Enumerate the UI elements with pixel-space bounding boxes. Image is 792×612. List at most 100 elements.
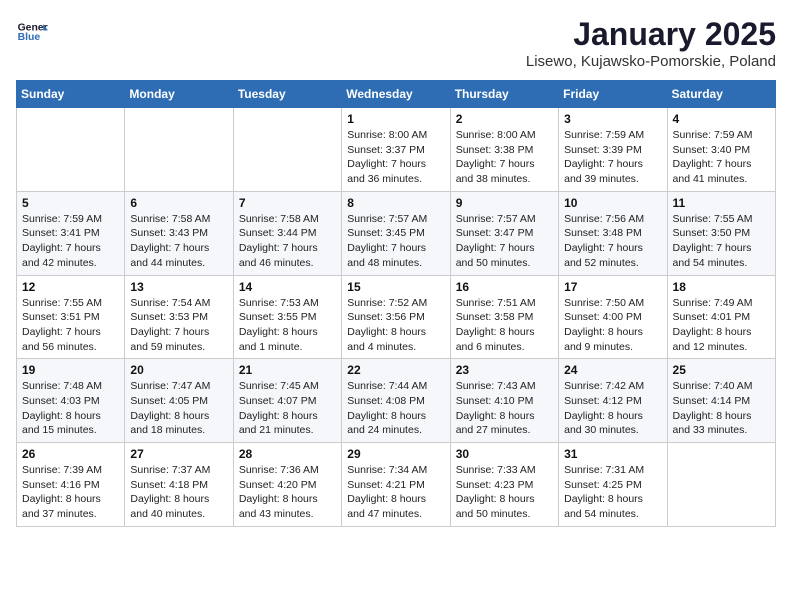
- day-info: Sunrise: 7:39 AM Sunset: 4:16 PM Dayligh…: [22, 463, 119, 522]
- day-info: Sunrise: 7:43 AM Sunset: 4:10 PM Dayligh…: [456, 379, 553, 438]
- location: Lisewo, Kujawsko-Pomorskie, Poland: [526, 53, 776, 70]
- day-number: 26: [22, 447, 119, 461]
- day-cell: 25 Sunrise: 7:40 AM Sunset: 4:14 PM Dayli…: [667, 359, 775, 443]
- day-info: Sunrise: 7:52 AM Sunset: 3:56 PM Dayligh…: [347, 296, 444, 355]
- day-number: 19: [22, 363, 119, 377]
- header-row: SundayMondayTuesdayWednesdayThursdayFrid…: [17, 81, 776, 108]
- day-info: Sunrise: 7:47 AM Sunset: 4:05 PM Dayligh…: [130, 379, 227, 438]
- day-number: 4: [673, 112, 770, 126]
- day-cell: 19 Sunrise: 7:48 AM Sunset: 4:03 PM Dayli…: [17, 359, 125, 443]
- day-info: Sunrise: 7:31 AM Sunset: 4:25 PM Dayligh…: [564, 463, 661, 522]
- day-number: 11: [673, 196, 770, 210]
- day-info: Sunrise: 7:49 AM Sunset: 4:01 PM Dayligh…: [673, 296, 770, 355]
- calendar-table: SundayMondayTuesdayWednesdayThursdayFrid…: [16, 80, 776, 527]
- day-cell: 15 Sunrise: 7:52 AM Sunset: 3:56 PM Dayli…: [342, 275, 450, 359]
- day-cell: 27 Sunrise: 7:37 AM Sunset: 4:18 PM Dayli…: [125, 443, 233, 527]
- day-cell: [667, 443, 775, 527]
- day-number: 23: [456, 363, 553, 377]
- day-info: Sunrise: 7:37 AM Sunset: 4:18 PM Dayligh…: [130, 463, 227, 522]
- day-cell: 4 Sunrise: 7:59 AM Sunset: 3:40 PM Daylig…: [667, 108, 775, 192]
- day-info: Sunrise: 7:59 AM Sunset: 3:39 PM Dayligh…: [564, 128, 661, 187]
- day-info: Sunrise: 7:57 AM Sunset: 3:47 PM Dayligh…: [456, 212, 553, 271]
- day-number: 3: [564, 112, 661, 126]
- day-info: Sunrise: 7:58 AM Sunset: 3:43 PM Dayligh…: [130, 212, 227, 271]
- day-cell: 10 Sunrise: 7:56 AM Sunset: 3:48 PM Dayli…: [559, 191, 667, 275]
- day-number: 13: [130, 280, 227, 294]
- day-header-thursday: Thursday: [450, 81, 558, 108]
- day-header-friday: Friday: [559, 81, 667, 108]
- day-number: 10: [564, 196, 661, 210]
- day-info: Sunrise: 7:56 AM Sunset: 3:48 PM Dayligh…: [564, 212, 661, 271]
- day-cell: 24Sunrise: 7:42 AM Sunset: 4:12 PM Dayli…: [559, 359, 667, 443]
- day-cell: 20 Sunrise: 7:47 AM Sunset: 4:05 PM Dayli…: [125, 359, 233, 443]
- day-info: Sunrise: 7:54 AM Sunset: 3:53 PM Dayligh…: [130, 296, 227, 355]
- day-info: Sunrise: 7:53 AM Sunset: 3:55 PM Dayligh…: [239, 296, 336, 355]
- day-cell: [233, 108, 341, 192]
- day-info: Sunrise: 7:59 AM Sunset: 3:41 PM Dayligh…: [22, 212, 119, 271]
- day-cell: 16 Sunrise: 7:51 AM Sunset: 3:58 PM Dayli…: [450, 275, 558, 359]
- day-cell: [125, 108, 233, 192]
- day-number: 20: [130, 363, 227, 377]
- day-cell: 11Sunrise: 7:55 AM Sunset: 3:50 PM Dayli…: [667, 191, 775, 275]
- day-cell: 29 Sunrise: 7:34 AM Sunset: 4:21 PM Dayli…: [342, 443, 450, 527]
- day-info: Sunrise: 7:48 AM Sunset: 4:03 PM Dayligh…: [22, 379, 119, 438]
- day-number: 14: [239, 280, 336, 294]
- day-number: 15: [347, 280, 444, 294]
- day-cell: 18Sunrise: 7:49 AM Sunset: 4:01 PM Dayli…: [667, 275, 775, 359]
- day-cell: 7Sunrise: 7:58 AM Sunset: 3:44 PM Daylig…: [233, 191, 341, 275]
- day-number: 29: [347, 447, 444, 461]
- day-cell: [17, 108, 125, 192]
- day-cell: 8 Sunrise: 7:57 AM Sunset: 3:45 PM Daylig…: [342, 191, 450, 275]
- day-header-monday: Monday: [125, 81, 233, 108]
- week-row: 5 Sunrise: 7:59 AM Sunset: 3:41 PM Daylig…: [17, 191, 776, 275]
- day-cell: 3 Sunrise: 7:59 AM Sunset: 3:39 PM Daylig…: [559, 108, 667, 192]
- day-header-sunday: Sunday: [17, 81, 125, 108]
- day-number: 24: [564, 363, 661, 377]
- day-info: Sunrise: 7:50 AM Sunset: 4:00 PM Dayligh…: [564, 296, 661, 355]
- day-info: Sunrise: 7:40 AM Sunset: 4:14 PM Dayligh…: [673, 379, 770, 438]
- header: General Blue January 2025 Lisewo, Kujaws…: [16, 16, 776, 70]
- day-cell: 23 Sunrise: 7:43 AM Sunset: 4:10 PM Dayli…: [450, 359, 558, 443]
- day-number: 17: [564, 280, 661, 294]
- day-number: 25: [673, 363, 770, 377]
- day-info: Sunrise: 8:00 AM Sunset: 3:37 PM Dayligh…: [347, 128, 444, 187]
- day-header-saturday: Saturday: [667, 81, 775, 108]
- day-number: 31: [564, 447, 661, 461]
- day-number: 2: [456, 112, 553, 126]
- day-cell: 12Sunrise: 7:55 AM Sunset: 3:51 PM Dayli…: [17, 275, 125, 359]
- day-number: 8: [347, 196, 444, 210]
- day-header-wednesday: Wednesday: [342, 81, 450, 108]
- day-cell: 30 Sunrise: 7:33 AM Sunset: 4:23 PM Dayli…: [450, 443, 558, 527]
- week-row: 12Sunrise: 7:55 AM Sunset: 3:51 PM Dayli…: [17, 275, 776, 359]
- day-cell: 13 Sunrise: 7:54 AM Sunset: 3:53 PM Dayli…: [125, 275, 233, 359]
- day-number: 30: [456, 447, 553, 461]
- day-cell: 2 Sunrise: 8:00 AM Sunset: 3:38 PM Daylig…: [450, 108, 558, 192]
- logo: General Blue: [16, 16, 48, 48]
- day-info: Sunrise: 7:45 AM Sunset: 4:07 PM Dayligh…: [239, 379, 336, 438]
- day-info: Sunrise: 7:57 AM Sunset: 3:45 PM Dayligh…: [347, 212, 444, 271]
- day-info: Sunrise: 7:55 AM Sunset: 3:51 PM Dayligh…: [22, 296, 119, 355]
- day-number: 21: [239, 363, 336, 377]
- day-cell: 22Sunrise: 7:44 AM Sunset: 4:08 PM Dayli…: [342, 359, 450, 443]
- day-cell: 31 Sunrise: 7:31 AM Sunset: 4:25 PM Dayli…: [559, 443, 667, 527]
- day-info: Sunrise: 8:00 AM Sunset: 3:38 PM Dayligh…: [456, 128, 553, 187]
- day-info: Sunrise: 7:51 AM Sunset: 3:58 PM Dayligh…: [456, 296, 553, 355]
- day-cell: 21 Sunrise: 7:45 AM Sunset: 4:07 PM Dayli…: [233, 359, 341, 443]
- day-number: 5: [22, 196, 119, 210]
- day-info: Sunrise: 7:33 AM Sunset: 4:23 PM Dayligh…: [456, 463, 553, 522]
- day-info: Sunrise: 7:36 AM Sunset: 4:20 PM Dayligh…: [239, 463, 336, 522]
- day-header-tuesday: Tuesday: [233, 81, 341, 108]
- month-title: January 2025: [526, 16, 776, 53]
- day-info: Sunrise: 7:58 AM Sunset: 3:44 PM Dayligh…: [239, 212, 336, 271]
- day-number: 6: [130, 196, 227, 210]
- day-info: Sunrise: 7:34 AM Sunset: 4:21 PM Dayligh…: [347, 463, 444, 522]
- day-cell: 6 Sunrise: 7:58 AM Sunset: 3:43 PM Daylig…: [125, 191, 233, 275]
- week-row: 19 Sunrise: 7:48 AM Sunset: 4:03 PM Dayli…: [17, 359, 776, 443]
- day-number: 9: [456, 196, 553, 210]
- svg-text:Blue: Blue: [18, 32, 41, 43]
- day-cell: 14 Sunrise: 7:53 AM Sunset: 3:55 PM Dayli…: [233, 275, 341, 359]
- day-number: 27: [130, 447, 227, 461]
- day-number: 16: [456, 280, 553, 294]
- day-number: 28: [239, 447, 336, 461]
- day-info: Sunrise: 7:59 AM Sunset: 3:40 PM Dayligh…: [673, 128, 770, 187]
